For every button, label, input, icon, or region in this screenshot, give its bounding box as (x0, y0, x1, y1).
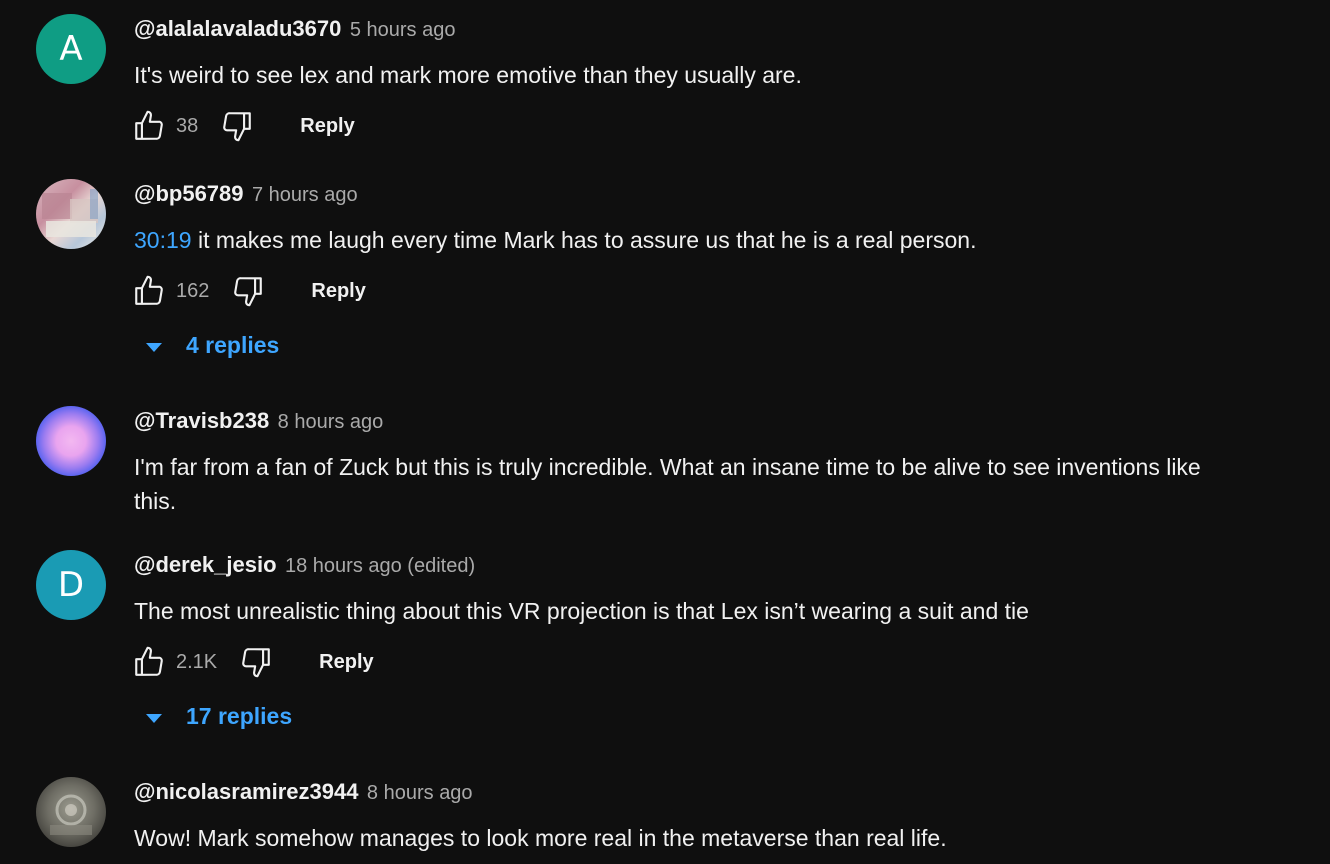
chevron-down-icon (146, 342, 162, 352)
chevron-down-icon (146, 713, 162, 723)
comment-time[interactable]: 5 hours ago (350, 19, 456, 41)
author-name[interactable]: @derek_jesio (134, 552, 277, 577)
thumbs-up-icon (135, 275, 163, 305)
like-button[interactable]: 38 (132, 109, 198, 143)
author-name[interactable]: @alalalavaladu3670 (134, 16, 341, 41)
replies-label: 17 replies (186, 703, 293, 729)
reply-button[interactable]: Reply (300, 115, 354, 138)
comment-body: Wow! Mark somehow manages to look more r… (134, 825, 947, 851)
avatar[interactable]: A (36, 14, 106, 84)
thumbs-up-icon (135, 110, 163, 140)
reply-button[interactable]: Reply (311, 280, 365, 303)
comment-text: It's weird to see lex and mark more emot… (134, 58, 1244, 92)
comment-body: I'm far from a fan of Zuck but this is t… (134, 454, 1201, 514)
comment-header: @nicolasramirez3944 8 hours ago (134, 779, 473, 805)
avatar[interactable] (36, 406, 106, 476)
comment-body: The most unrealistic thing about this VR… (134, 598, 1029, 624)
comment-header: @bp56789 7 hours ago (134, 181, 358, 207)
avatar-letter: D (57, 565, 85, 605)
comment-header: @Travisb238 8 hours ago (134, 408, 383, 434)
dislike-button[interactable] (239, 645, 273, 679)
view-replies-button[interactable]: 4 replies (146, 332, 279, 359)
avatar[interactable] (36, 179, 106, 249)
thumbs-down-icon (223, 112, 252, 142)
avatar-letter: A (59, 29, 83, 69)
comment-text: Wow! Mark somehow manages to look more r… (134, 821, 1244, 855)
author-name[interactable]: @Travisb238 (134, 408, 269, 433)
comment-actions: 38 Reply (132, 106, 355, 146)
avatar[interactable] (36, 777, 106, 847)
thumbs-up-icon (135, 646, 163, 676)
avatar-image (42, 189, 98, 237)
comment-header: @alalalavaladu3670 5 hours ago (134, 16, 455, 42)
replies-label: 4 replies (186, 332, 280, 358)
like-count: 2.1K (176, 650, 218, 673)
comment-actions: 2.1K Reply (132, 642, 374, 682)
reply-button[interactable]: Reply (319, 651, 373, 674)
thumbs-down-icon (234, 277, 263, 307)
comment-time[interactable]: 8 hours ago (367, 782, 473, 804)
comment-time[interactable]: 7 hours ago (252, 184, 358, 206)
comment-time[interactable]: 8 hours ago (278, 411, 384, 433)
comment-text: I'm far from a fan of Zuck but this is t… (134, 450, 1244, 518)
dislike-button[interactable] (231, 274, 265, 308)
comment-body: It's weird to see lex and mark more emot… (134, 62, 802, 88)
like-button[interactable]: 162 (132, 274, 209, 308)
comment-text: The most unrealistic thing about this VR… (134, 594, 1244, 628)
like-count: 38 (176, 114, 199, 137)
like-count: 162 (176, 279, 210, 302)
author-name[interactable]: @bp56789 (134, 181, 244, 206)
comment-header: @derek_jesio 18 hours ago (edited) (134, 552, 475, 578)
thumbs-down-icon (242, 648, 270, 678)
comment-body: it makes me laugh every time Mark has to… (191, 227, 977, 253)
like-button[interactable]: 2.1K (132, 645, 217, 679)
comment-actions: 162 Reply (132, 271, 366, 311)
comment-time[interactable]: 18 hours ago (edited) (285, 555, 475, 577)
dislike-button[interactable] (220, 109, 254, 143)
avatar-image (50, 794, 92, 835)
author-name[interactable]: @nicolasramirez3944 (134, 779, 358, 804)
avatar[interactable]: D (36, 550, 106, 620)
view-replies-button[interactable]: 17 replies (146, 703, 292, 730)
timestamp-link[interactable]: 30:19 (134, 227, 192, 253)
comment-text: 30:19 it makes me laugh every time Mark … (134, 223, 1244, 257)
